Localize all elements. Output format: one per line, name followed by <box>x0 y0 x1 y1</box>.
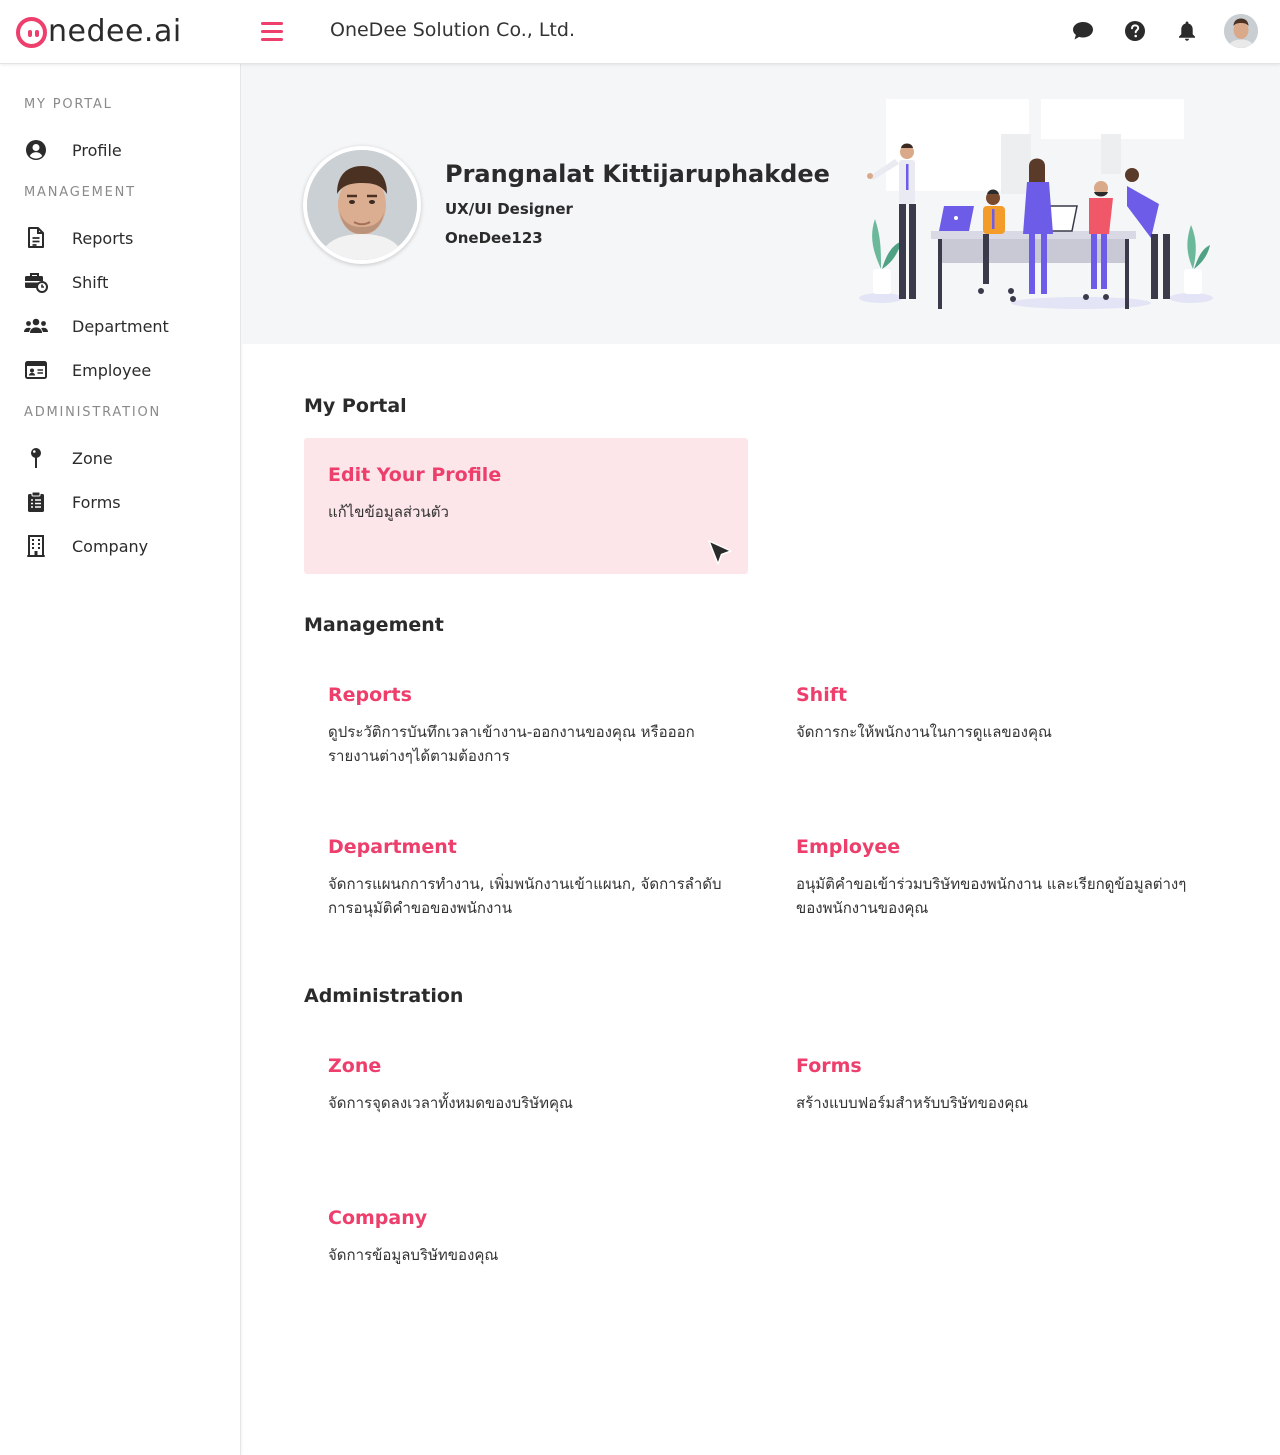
briefcase-clock-icon <box>24 270 48 294</box>
sidebar-item-employee[interactable]: Employee <box>0 350 240 390</box>
sidebar-item-company[interactable]: Company <box>0 526 240 566</box>
sidebar-item-forms[interactable]: Forms <box>0 482 240 522</box>
profile-avatar[interactable] <box>303 146 421 264</box>
card-description: จัดการข้อมูลบริษัทของคุณ <box>328 1246 499 1264</box>
top-bar: nedee.ai OneDee Solution Co., Ltd. <box>0 0 1280 64</box>
building-icon <box>24 534 48 558</box>
brand-logo[interactable]: nedee.ai <box>16 14 182 50</box>
zone-card[interactable]: Zone จัดการจุดลงเวลาทั้งหมดของบริษัทคุณ <box>304 1029 748 1165</box>
sidebar-item-profile[interactable]: Profile <box>0 130 240 170</box>
shift-card[interactable]: Shift จัดการกะให้พนักงานในการดูแลของคุณ <box>772 658 1216 794</box>
card-title: Department <box>328 836 457 858</box>
sidebar-item-label: Forms <box>72 492 121 512</box>
sidebar-item-label: Shift <box>72 272 109 292</box>
section-title-administration: Administration <box>304 985 464 1007</box>
sidebar-item-label: Employee <box>72 360 152 380</box>
department-card[interactable]: Department จัดการแผนกการทำงาน, เพิ่มพนัก… <box>304 810 748 946</box>
logo-text: nedee.ai <box>48 14 182 49</box>
profile-role: UX/UI Designer <box>445 200 573 218</box>
card-title: Zone <box>328 1055 382 1077</box>
card-title: Edit Your Profile <box>328 464 502 486</box>
sidebar-item-shift[interactable]: Shift <box>0 262 240 302</box>
sidebar-section-administration: ADMINISTRATION <box>24 405 162 420</box>
card-description: ดูประวัติการบันทึกเวลาเข้างาน-ออกงานของค… <box>328 723 695 765</box>
card-title: Shift <box>796 684 848 706</box>
pin-icon <box>24 446 48 470</box>
document-icon <box>24 226 48 250</box>
sidebar-item-label: Department <box>72 316 169 336</box>
reports-card[interactable]: Reports ดูประวัติการบันทึกเวลาเข้างาน-ออ… <box>304 658 748 794</box>
card-description: จัดการจุดลงเวลาทั้งหมดของบริษัทคุณ <box>328 1094 573 1112</box>
logo-mark-icon <box>16 16 47 48</box>
card-description: แก้ไขข้อมูลส่วนตัว <box>328 503 449 521</box>
employee-card[interactable]: Employee อนุมัติคำขอเข้าร่วมบริษัทของพนั… <box>772 810 1216 946</box>
forms-card[interactable]: Forms สร้างแบบฟอร์มสำหรับบริษัทของคุณ <box>772 1029 1216 1165</box>
sidebar-item-zone[interactable]: Zone <box>0 438 240 478</box>
clipboard-icon <box>24 490 48 514</box>
sidebar-section-my-portal: MY PORTAL <box>24 97 113 112</box>
id-card-icon <box>24 358 48 382</box>
sidebar-item-department[interactable]: Department <box>0 306 240 346</box>
chat-icon[interactable] <box>1072 20 1094 42</box>
edit-profile-card[interactable]: Edit Your Profile แก้ไขข้อมูลส่วนตัว <box>304 438 748 574</box>
user-circle-icon <box>24 138 48 162</box>
profile-name: Prangnalat Kittijaruphakdee <box>445 160 830 188</box>
card-title: Forms <box>796 1055 862 1077</box>
help-icon[interactable] <box>1124 20 1146 42</box>
sidebar-item-reports[interactable]: Reports <box>0 218 240 258</box>
sidebar-item-label: Profile <box>72 140 122 160</box>
profile-username: OneDee123 <box>445 229 543 247</box>
menu-toggle-icon[interactable] <box>261 22 283 42</box>
bell-icon[interactable] <box>1176 20 1198 42</box>
card-title: Employee <box>796 836 901 858</box>
card-description: อนุมัติคำขอเข้าร่วมบริษัทของพนักงาน และเ… <box>796 875 1187 917</box>
card-description: สร้างแบบฟอร์มสำหรับบริษัทของคุณ <box>796 1094 1029 1112</box>
team-illustration <box>851 94 1221 319</box>
sidebar-item-label: Company <box>72 536 149 556</box>
card-description: จัดการแผนกการทำงาน, เพิ่มพนักงานเข้าแผนก… <box>328 875 722 917</box>
sidebar-section-management: MANAGEMENT <box>24 185 136 200</box>
company-name: OneDee Solution Co., Ltd. <box>330 19 575 41</box>
mouse-cursor-icon <box>708 540 732 565</box>
sidebar-item-label: Reports <box>72 228 134 248</box>
users-icon <box>24 314 48 338</box>
sidebar: MY PORTAL Profile MANAGEMENT Reports Shi… <box>0 64 241 1455</box>
user-avatar[interactable] <box>1224 14 1258 48</box>
section-title-my-portal: My Portal <box>304 395 407 417</box>
card-title: Company <box>328 1207 428 1229</box>
profile-banner: Prangnalat Kittijaruphakdee UX/UI Design… <box>241 64 1280 344</box>
card-description: จัดการกะให้พนักงานในการดูแลของคุณ <box>796 723 1052 741</box>
section-title-management: Management <box>304 614 444 636</box>
company-card[interactable]: Company จัดการข้อมูลบริษัทของคุณ <box>304 1181 748 1317</box>
card-title: Reports <box>328 684 412 706</box>
sidebar-item-label: Zone <box>72 448 113 468</box>
